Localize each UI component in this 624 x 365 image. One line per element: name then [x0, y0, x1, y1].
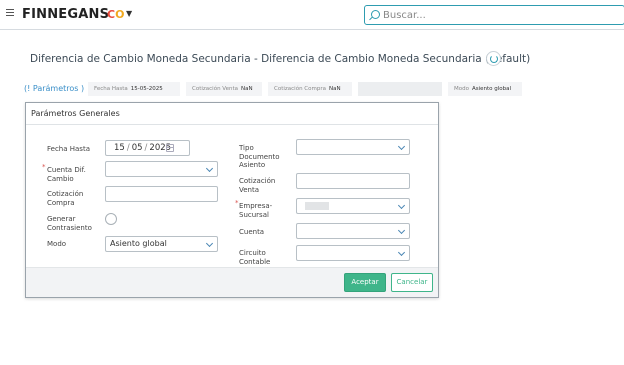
tipo-documento-asiento-select[interactable]: [296, 139, 410, 155]
generar-contrasiento-label: Generar Contrasiento: [47, 215, 92, 232]
cotizacion-venta-label: Cotización Venta: [239, 177, 276, 194]
fecha-hasta-label: Fecha Hasta: [47, 145, 90, 153]
empresa-sucursal-select[interactable]: [296, 198, 410, 214]
required-asterisk: *: [235, 199, 239, 207]
chevron-down-icon: [397, 226, 406, 235]
generar-contrasiento-radio[interactable]: [105, 213, 117, 225]
cuenta-select[interactable]: [296, 223, 410, 239]
refresh-icon[interactable]: [486, 51, 501, 66]
redacted-value: [305, 202, 329, 210]
hamburger-menu-icon[interactable]: [6, 9, 14, 16]
circuito-contable-select[interactable]: [296, 245, 410, 261]
top-bar: FINNEGANS CO ▼: [0, 0, 624, 30]
chip-modo: Modo Asiento global: [448, 82, 522, 96]
cuenta-label: Cuenta: [239, 228, 265, 236]
params-summary-bar: (! Parámetros ) Fecha Hasta 15-05-2025 Co…: [0, 80, 624, 100]
accept-button[interactable]: Aceptar: [344, 273, 386, 292]
tipo-documento-asiento-label: Tipo Documento Asiento: [239, 144, 280, 169]
brand-mark: CO: [107, 8, 125, 21]
cuenta-dif-cambio-label: Cuenta Dif. Cambio: [47, 166, 86, 183]
search-input[interactable]: [383, 7, 619, 23]
cotizacion-compra-input[interactable]: [105, 186, 218, 202]
chip-redacted: [358, 82, 442, 96]
required-asterisk: *: [42, 163, 46, 171]
page-title: Diferencia de Cambio Moneda Secundaria -…: [30, 53, 531, 65]
brand-logo[interactable]: FINNEGANS: [22, 7, 109, 22]
chip-cotizacion-venta: Cotización Venta NaN: [186, 82, 262, 96]
params-toggle-link[interactable]: (! Parámetros ): [24, 84, 84, 93]
cancel-button[interactable]: Cancelar: [391, 273, 433, 292]
chevron-down-icon: [397, 201, 406, 210]
chevron-down-icon: [205, 239, 214, 248]
chip-cotizacion-compra: Cotización Compra NaN: [268, 82, 352, 96]
modal-header: Parámetros Generales: [26, 103, 438, 125]
chevron-down-icon: [397, 248, 406, 257]
modal-title: Parámetros Generales: [31, 109, 120, 118]
brand-dropdown-caret-icon[interactable]: ▼: [126, 9, 132, 18]
chevron-down-icon: [397, 142, 406, 151]
circuito-contable-label: Circuito Contable: [239, 249, 271, 266]
calendar-icon[interactable]: [166, 144, 174, 152]
search-icon: [371, 10, 380, 19]
cotizacion-venta-input[interactable]: [296, 173, 410, 189]
chip-fecha-hasta: Fecha Hasta 15-05-2025: [88, 82, 180, 96]
parameters-modal: Parámetros Generales Fecha Hasta 15/05/2…: [25, 102, 439, 298]
cotizacion-compra-label: Cotización Compra: [47, 190, 84, 207]
cuenta-dif-cambio-select[interactable]: [105, 161, 218, 177]
chevron-down-icon: [205, 164, 214, 173]
fecha-hasta-date-field[interactable]: 15/05/2025: [105, 140, 190, 156]
modo-select[interactable]: Asiento global: [105, 236, 218, 252]
modo-label: Modo: [47, 240, 67, 248]
search-box[interactable]: [364, 5, 624, 25]
empresa-sucursal-label: Empresa- Sucursal: [239, 202, 273, 219]
